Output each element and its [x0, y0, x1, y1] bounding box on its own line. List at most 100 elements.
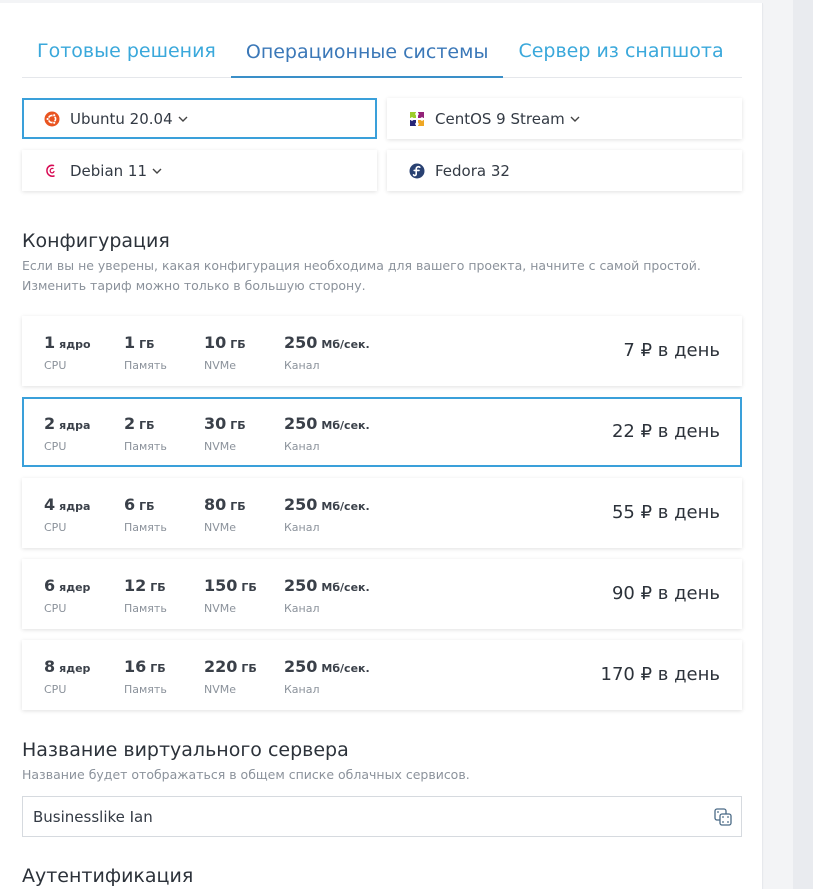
cpu-label: CPU: [44, 521, 67, 534]
tab-snapshot-server[interactable]: Сервер из снапшота: [503, 39, 738, 77]
page: Готовые решения Операционные системы Сер…: [0, 0, 813, 889]
plan-price: 7 ₽ в день: [623, 340, 720, 361]
scroll-gutter: [793, 0, 813, 889]
plan-row[interactable]: 8 ядер CPU 16 ГБ Память 220 ГБ NVMe 250 Мб/с…: [22, 640, 742, 710]
ram-value: 12: [124, 576, 147, 595]
ram-unit: ГБ: [139, 419, 155, 432]
tab-ready-solutions[interactable]: Готовые решения: [22, 39, 231, 77]
tab-operating-systems[interactable]: Операционные системы: [230, 40, 504, 78]
centos-icon: [409, 110, 425, 127]
ram-unit: ГБ: [139, 500, 155, 513]
disk-unit: ГБ: [230, 338, 246, 351]
chevron-down-icon[interactable]: [152, 168, 162, 174]
net-value: 250: [284, 576, 318, 595]
os-label: Fedora 32: [435, 161, 510, 180]
server-name-field[interactable]: [22, 796, 742, 837]
server-name-input[interactable]: [33, 807, 673, 826]
disk-unit: ГБ: [241, 662, 257, 675]
plan-network: 250 Мб/сек. Канал: [284, 333, 370, 374]
disk-label: NVMe: [204, 521, 237, 534]
os-option-ubuntu[interactable]: Ubuntu 20.04: [22, 98, 377, 139]
image-source-tabs: Готовые решения Операционные системы Сер…: [22, 27, 742, 78]
server-name-title: Название виртуального сервера: [22, 739, 349, 761]
disk-unit: ГБ: [241, 581, 257, 594]
plan-ram: 6 ГБ Память: [124, 495, 167, 536]
dice-icon[interactable]: [714, 808, 732, 826]
net-unit: Мб/сек.: [321, 662, 370, 675]
disk-unit: ГБ: [230, 500, 246, 513]
os-option-centos[interactable]: CentOS 9 Stream: [387, 98, 742, 139]
ram-value: 6: [124, 495, 136, 514]
chevron-down-icon[interactable]: [570, 116, 580, 122]
net-unit: Мб/сек.: [321, 500, 370, 513]
disk-label: NVMe: [204, 359, 237, 372]
ram-label: Память: [124, 602, 167, 615]
os-label: Debian 11: [70, 161, 148, 180]
plan-row[interactable]: 1 ядро CPU 1 ГБ Память 10 ГБ NVMe 250 Мб/сек…: [22, 316, 742, 386]
cpu-label: CPU: [44, 359, 67, 372]
os-label: CentOS 9 Stream: [435, 109, 565, 128]
plan-row[interactable]: 2 ядра CPU 2 ГБ Память 30 ГБ NVMe 250 Мб/сек…: [22, 397, 742, 467]
plan-network: 250 Мб/сек. Канал: [284, 576, 370, 617]
cpu-label: CPU: [44, 602, 67, 615]
net-unit: Мб/сек.: [321, 419, 370, 432]
disk-value: 150: [204, 576, 238, 595]
cpu-label: CPU: [44, 440, 67, 453]
plan-list: 1 ядро CPU 1 ГБ Память 10 ГБ NVMe 250 Мб/сек…: [22, 316, 742, 721]
net-label: Канал: [284, 521, 320, 534]
cpu-value: 4: [44, 495, 56, 514]
disk-value: 30: [204, 414, 227, 433]
disk-value: 220: [204, 657, 238, 676]
plan-cpu: 8 ядер CPU: [44, 657, 90, 698]
disk-label: NVMe: [204, 683, 237, 696]
net-label: Канал: [284, 683, 320, 696]
ram-value: 16: [124, 657, 147, 676]
ram-unit: ГБ: [150, 662, 166, 675]
os-option-debian[interactable]: Debian 11: [22, 150, 377, 191]
disk-label: NVMe: [204, 602, 237, 615]
plan-disk: 150 ГБ NVMe: [204, 576, 257, 617]
cpu-unit: ядер: [59, 581, 91, 594]
cpu-unit: ядер: [59, 662, 91, 675]
cpu-unit: ядра: [59, 419, 91, 432]
cpu-value: 8: [44, 657, 56, 676]
create-server-panel: Готовые решения Операционные системы Сер…: [0, 3, 763, 889]
plan-ram: 1 ГБ Память: [124, 333, 167, 374]
ram-value: 2: [124, 414, 136, 433]
plan-ram: 12 ГБ Память: [124, 576, 167, 617]
net-value: 250: [284, 333, 318, 352]
plan-ram: 16 ГБ Память: [124, 657, 167, 698]
os-selector: Ubuntu 20.04 CentOS 9 Stream Debian 11 F…: [22, 98, 742, 191]
authentication-title: Аутентификация: [22, 865, 194, 887]
plan-network: 250 Мб/сек. Канал: [284, 414, 370, 455]
plan-row[interactable]: 4 ядра CPU 6 ГБ Память 80 ГБ NVMe 250 Мб/сек…: [22, 478, 742, 548]
net-unit: Мб/сек.: [321, 338, 370, 351]
cpu-unit: ядро: [59, 338, 91, 351]
ram-label: Память: [124, 683, 167, 696]
plan-row[interactable]: 6 ядер CPU 12 ГБ Память 150 ГБ NVMe 250 Мб/с…: [22, 559, 742, 629]
fedora-icon: [409, 163, 425, 179]
plan-cpu: 4 ядра CPU: [44, 495, 90, 536]
plan-cpu: 6 ядер CPU: [44, 576, 90, 617]
net-value: 250: [284, 657, 318, 676]
chevron-down-icon[interactable]: [178, 116, 188, 122]
net-label: Канал: [284, 440, 320, 453]
configuration-description-note: Изменить тариф можно только в большую ст…: [22, 278, 366, 293]
ram-label: Память: [124, 521, 167, 534]
plan-disk: 80 ГБ NVMe: [204, 495, 246, 536]
server-name-description: Название будет отображаться в общем спис…: [22, 767, 470, 782]
plan-network: 250 Мб/сек. Канал: [284, 657, 370, 698]
ram-unit: ГБ: [150, 581, 166, 594]
cpu-value: 2: [44, 414, 56, 433]
ram-unit: ГБ: [139, 338, 155, 351]
plan-price: 55 ₽ в день: [611, 502, 720, 523]
ram-label: Память: [124, 359, 167, 372]
plan-disk: 10 ГБ NVMe: [204, 333, 246, 374]
net-unit: Мб/сек.: [321, 581, 370, 594]
disk-label: NVMe: [204, 440, 237, 453]
plan-ram: 2 ГБ Память: [124, 414, 167, 455]
net-value: 250: [284, 495, 318, 514]
os-label: Ubuntu 20.04: [70, 109, 173, 128]
os-option-fedora[interactable]: Fedora 32: [387, 150, 742, 191]
cpu-value: 6: [44, 576, 56, 595]
